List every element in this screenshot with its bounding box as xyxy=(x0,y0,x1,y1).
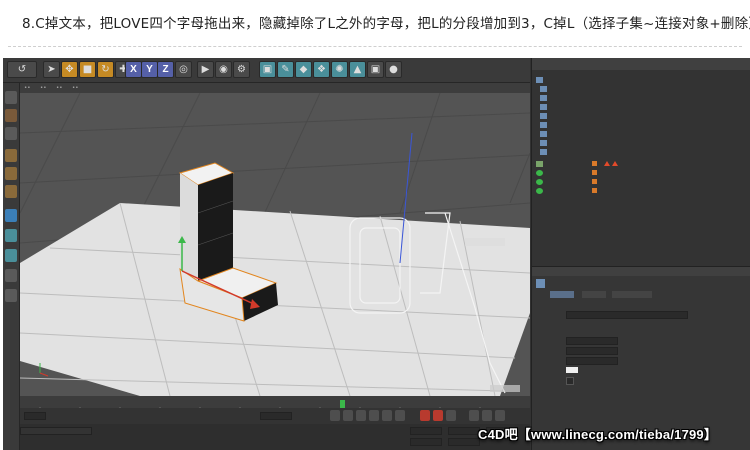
use-color-field[interactable] xyxy=(566,357,618,365)
coordinate-system-icon[interactable]: ◎ xyxy=(175,61,192,78)
lock-workplane-icon[interactable] xyxy=(5,269,17,282)
viewport-scene xyxy=(20,93,530,396)
tutorial-caption: 8.C掉文本，把LOVE四个字母拖出来，隐藏掉除了L之外的字母，把L的分段增加到… xyxy=(0,0,750,47)
array-icon[interactable]: ❖ xyxy=(313,61,330,78)
viewport-menu-view[interactable]: •• xyxy=(24,83,31,93)
scale-key-icon[interactable] xyxy=(482,410,492,421)
rotation-key-icon[interactable] xyxy=(495,410,505,421)
right-panel xyxy=(531,58,750,450)
timeline-ruler[interactable] xyxy=(20,396,530,411)
caption-text: 8.C掉文本，把LOVE四个字母拖出来，隐藏掉除了L之外的字母，把L的分段增加到… xyxy=(22,16,750,32)
name-field[interactable] xyxy=(566,311,688,319)
spline-pen-icon[interactable]: ✎ xyxy=(277,61,294,78)
editor-visible-field[interactable] xyxy=(566,337,618,345)
object-row-9[interactable] xyxy=(532,148,750,156)
go-start-icon[interactable] xyxy=(330,410,340,421)
tweak-mode-icon[interactable] xyxy=(5,229,17,242)
tab-coordinates[interactable] xyxy=(582,291,606,298)
position-key-icon[interactable] xyxy=(469,410,479,421)
go-end-icon[interactable] xyxy=(395,410,405,421)
object-manager-menu xyxy=(532,58,750,70)
renderer-visible-field[interactable] xyxy=(566,347,618,355)
spline-object-icon xyxy=(536,279,545,288)
render-view-icon[interactable]: ▶ xyxy=(197,61,214,78)
axis-y-button[interactable]: Y xyxy=(141,61,158,78)
object-row-o[interactable] xyxy=(532,85,750,93)
rotate-icon[interactable]: ↻ xyxy=(97,61,114,78)
end-frame-field[interactable] xyxy=(260,412,292,420)
object-row-light[interactable] xyxy=(532,178,750,186)
viewport-menu-display[interactable]: •• xyxy=(56,83,63,93)
object-row-e[interactable] xyxy=(532,103,750,111)
keyframe-selection-icon[interactable] xyxy=(446,410,456,421)
mode-toolbar xyxy=(3,83,20,450)
planar-workplane-icon[interactable] xyxy=(5,289,17,302)
object-row-sky[interactable] xyxy=(532,187,750,195)
view-axis-x xyxy=(39,372,49,377)
axis-x-button[interactable]: X xyxy=(125,61,142,78)
scale-icon[interactable]: ■ xyxy=(79,61,96,78)
polygons-mode-icon[interactable] xyxy=(5,185,17,198)
material-menu[interactable] xyxy=(20,427,92,435)
viewport-menu: •• •• •• •• xyxy=(20,83,530,93)
camera-icon[interactable]: ▣ xyxy=(367,61,384,78)
object-row-v[interactable] xyxy=(532,94,750,102)
light-icon[interactable]: ● xyxy=(385,61,402,78)
undo-icon[interactable]: ↺ xyxy=(7,61,37,78)
points-mode-icon[interactable] xyxy=(5,149,17,162)
tab-object[interactable] xyxy=(612,291,652,298)
display-color-swatch[interactable] xyxy=(566,367,578,373)
attribute-menu xyxy=(532,267,750,276)
axis-z-button[interactable]: Z xyxy=(157,61,174,78)
object-row-7[interactable] xyxy=(532,130,750,138)
deformer-icon[interactable]: ✺ xyxy=(331,61,348,78)
record-icon[interactable] xyxy=(420,410,430,421)
viewport-menu-options[interactable]: •• xyxy=(72,83,79,93)
enabled-checkbox[interactable] xyxy=(566,377,574,385)
texture-mode-icon[interactable] xyxy=(5,109,17,122)
move-icon[interactable]: ✥ xyxy=(61,61,78,78)
render-picture-icon[interactable]: ◉ xyxy=(215,61,232,78)
model-mode-icon[interactable] xyxy=(5,91,17,104)
coord-position-y[interactable] xyxy=(410,438,442,446)
c4d-window: ↺ ➤ ✥ ■ ↻ ✚ X Y Z ◎ ▶ ◉ ⚙ ▣ ✎ ◆ ❖ ✺ ▲ ▣ … xyxy=(3,58,750,450)
main-toolbar: ↺ ➤ ✥ ■ ↻ ✚ X Y Z ◎ ▶ ◉ ⚙ ▣ ✎ ◆ ❖ ✺ ▲ ▣ … xyxy=(3,58,530,83)
play-icon[interactable] xyxy=(369,410,379,421)
select-icon[interactable]: ➤ xyxy=(43,61,60,78)
next-key-icon[interactable] xyxy=(382,410,392,421)
cube-primitive-icon[interactable]: ▣ xyxy=(259,61,276,78)
object-manager xyxy=(532,70,750,280)
start-frame-field[interactable] xyxy=(24,412,46,420)
snap-icon[interactable] xyxy=(5,249,17,262)
coord-size-y[interactable] xyxy=(448,438,480,446)
tab-basic[interactable] xyxy=(550,291,574,298)
object-row-8[interactable] xyxy=(532,139,750,147)
prev-key-icon[interactable] xyxy=(343,410,353,421)
environment-icon[interactable]: ▲ xyxy=(349,61,366,78)
object-row-l[interactable] xyxy=(532,76,750,84)
coord-position-x[interactable] xyxy=(410,427,442,435)
axis-mode-icon[interactable] xyxy=(5,209,17,222)
workplane-icon[interactable] xyxy=(5,127,17,140)
edges-mode-icon[interactable] xyxy=(5,167,17,180)
coord-size-x[interactable] xyxy=(448,427,480,435)
attribute-manager xyxy=(532,266,750,450)
viewport-menu-camera[interactable]: •• xyxy=(40,83,47,93)
site-watermark: C4D吧【www.linecg.com/tieba/1799】 xyxy=(478,427,718,442)
caption-divider xyxy=(8,46,742,47)
play-back-icon[interactable] xyxy=(356,410,366,421)
grid-spacing-label xyxy=(490,385,520,392)
object-row-floor[interactable] xyxy=(532,169,750,177)
material-and-coordinates-panel xyxy=(20,424,530,450)
autokey-icon[interactable] xyxy=(433,410,443,421)
perspective-viewport[interactable] xyxy=(20,93,530,396)
playback-controls xyxy=(20,408,530,424)
object-row-6[interactable] xyxy=(532,121,750,129)
render-settings-icon[interactable]: ⚙ xyxy=(233,61,250,78)
object-row-camera[interactable] xyxy=(532,160,750,168)
object-row-5[interactable] xyxy=(532,112,750,120)
nurbs-icon[interactable]: ◆ xyxy=(295,61,312,78)
view-label-chip xyxy=(465,238,505,246)
